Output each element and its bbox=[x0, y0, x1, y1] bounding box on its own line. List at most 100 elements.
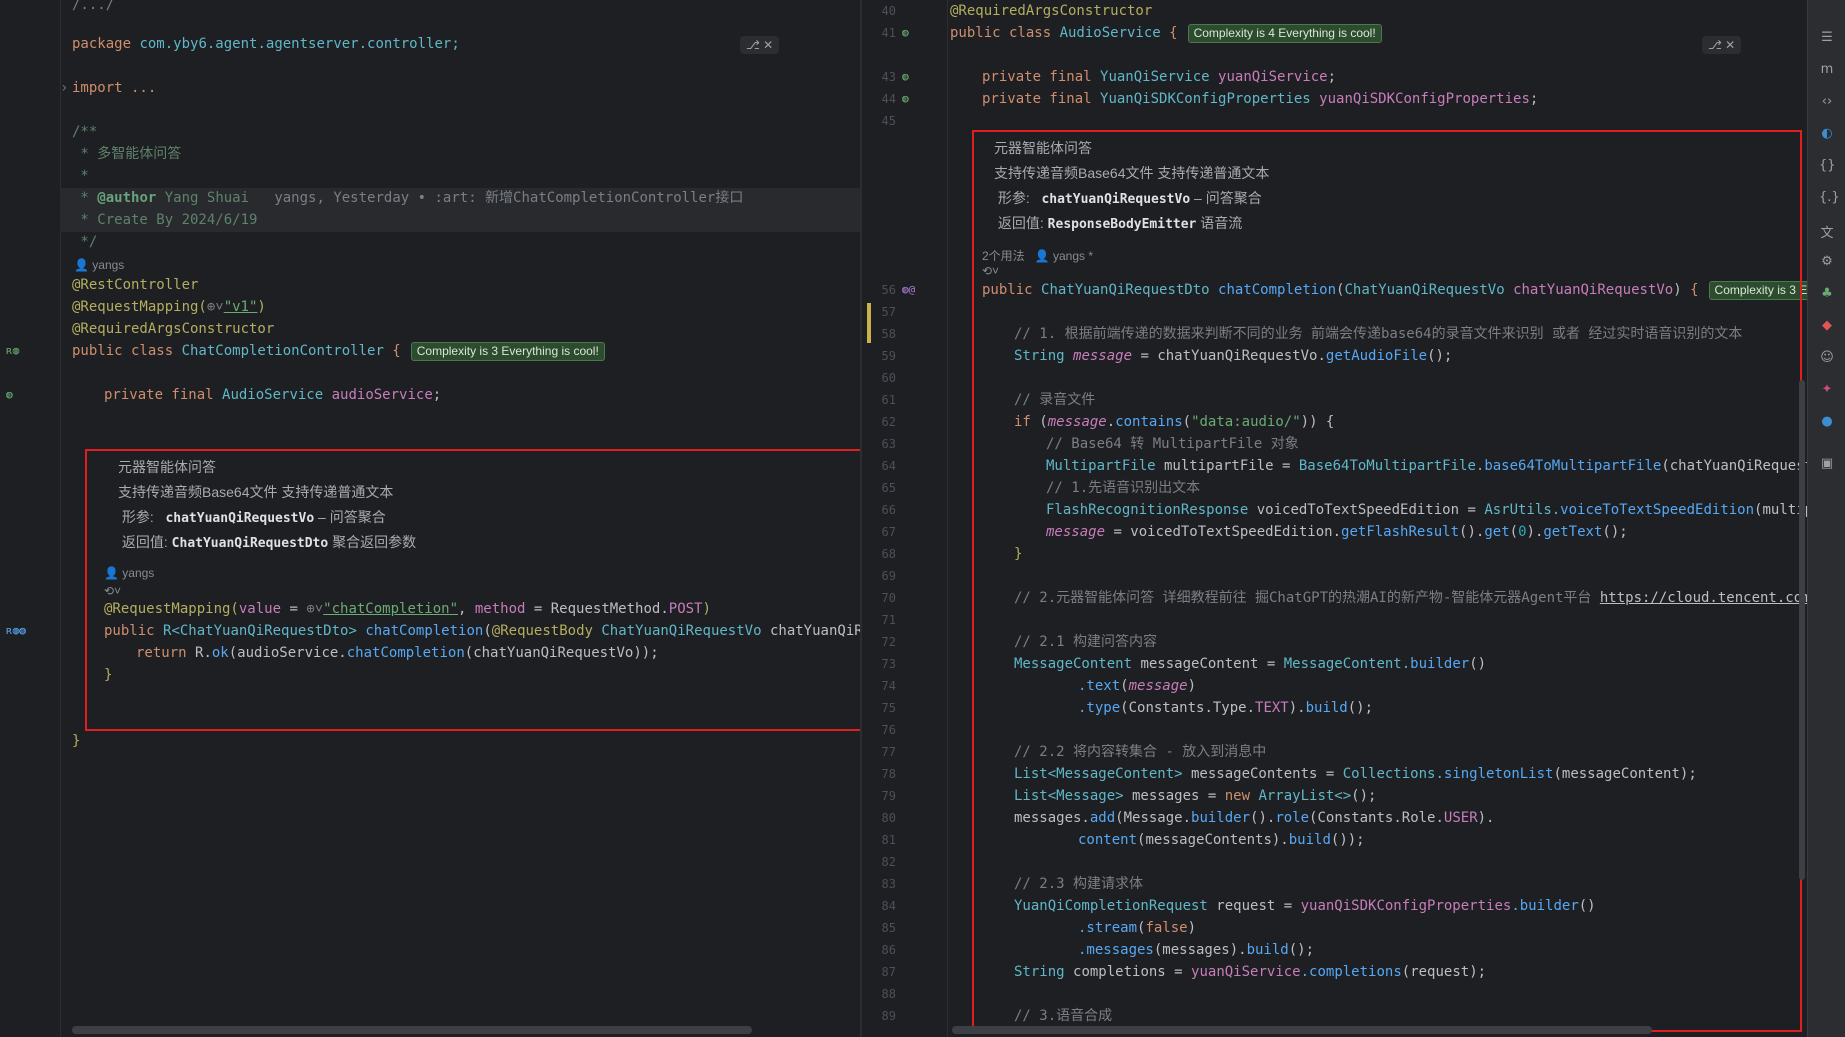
code-line[interactable]: String message = chatYuanQiRequestVo.get… bbox=[1014, 345, 1452, 367]
code-line-annotation[interactable]: @RestController bbox=[72, 274, 198, 296]
code-icon[interactable]: ‹› bbox=[1819, 94, 1835, 110]
code-comment[interactable]: // 2.3 构建请求体 bbox=[1014, 873, 1143, 895]
code-line-doc[interactable]: * bbox=[72, 165, 88, 187]
complexity-badge[interactable]: Complexity is 4 Everything is cool! bbox=[1187, 24, 1382, 43]
usages-hint[interactable]: 2个用法 👤 yangs * bbox=[982, 247, 1093, 264]
code-comment[interactable]: // 录音文件 bbox=[1014, 389, 1095, 411]
code-comment[interactable]: // 1.先语音识别出文本 bbox=[1046, 477, 1200, 499]
method-usage-icon[interactable]: ◍@ bbox=[902, 283, 915, 296]
code-line-field[interactable]: private final YuanQiService yuanQiServic… bbox=[982, 66, 1336, 88]
git-blame-inlay[interactable]: yangs, Yesterday • :art: 新增ChatCompletio… bbox=[274, 190, 743, 206]
robot-icon[interactable]: ⚙ bbox=[1819, 254, 1835, 270]
line-number: 72 bbox=[881, 635, 896, 649]
plugin-icon[interactable]: ◆ bbox=[1819, 318, 1835, 334]
structure-icon[interactable]: {} bbox=[1819, 158, 1836, 174]
endpoint-icon[interactable]: ʀ◍◍ bbox=[6, 624, 26, 637]
code-line[interactable]: } bbox=[72, 730, 80, 752]
code-line[interactable]: } bbox=[1014, 543, 1022, 565]
code-line-package[interactable]: package com.yby6.agent.agentserver.contr… bbox=[72, 33, 460, 55]
spring-bean-icon[interactable]: ʀ◍ bbox=[6, 344, 19, 357]
autowired-icon[interactable]: ◍ bbox=[6, 388, 13, 401]
chat-icon[interactable]: ● bbox=[1819, 414, 1835, 430]
globe-icon[interactable]: ⊕˅ bbox=[207, 299, 224, 315]
fold-icon[interactable]: › bbox=[60, 77, 70, 99]
sparkle-icon[interactable]: ✦ bbox=[1819, 382, 1835, 398]
autowired-icon[interactable]: ◍ bbox=[902, 92, 909, 105]
code-line[interactable]: message = voicedToTextSpeedEdition.getFl… bbox=[1046, 521, 1628, 543]
code-line-annotation[interactable]: @RequiredArgsConstructor bbox=[72, 318, 274, 340]
ai-assistant-icon[interactable]: ◐ bbox=[1819, 126, 1835, 142]
code-line[interactable]: List<Message> messages = new ArrayList<>… bbox=[1014, 785, 1376, 807]
code-line[interactable]: .text(message) bbox=[1078, 675, 1196, 697]
inlay-actions[interactable]: ⟲˅ bbox=[104, 584, 121, 598]
autowired-icon[interactable]: ◍ bbox=[902, 70, 909, 83]
spring-icon[interactable]: ♣ bbox=[1819, 286, 1835, 302]
code-line[interactable]: List<MessageContent> messageContents = C… bbox=[1014, 763, 1697, 785]
line-number: 41 bbox=[881, 26, 896, 40]
line-number: 66 bbox=[881, 503, 896, 517]
code-line-doc[interactable]: */ bbox=[72, 231, 97, 253]
code-line[interactable]: .type(Constants.Type.TEXT).build(); bbox=[1078, 697, 1373, 719]
code-line-class-decl[interactable]: public class AudioService {Complexity is… bbox=[950, 22, 1382, 44]
author-hint[interactable]: 👤 yangs bbox=[74, 258, 124, 272]
complexity-badge[interactable]: Complexity is 3 Everything is cool! bbox=[410, 342, 605, 361]
right-editor-pane[interactable]: ⎇ ✕ 40 41 43 44 45 56 57 58 59 60 61 62 … bbox=[862, 0, 1807, 1037]
code-comment[interactable]: // Base64 转 MultipartFile 对象 bbox=[1046, 433, 1299, 455]
code-line[interactable]: .stream(false) bbox=[1078, 917, 1196, 939]
code-line-method-sig[interactable]: public R<ChatYuanQiRequestDto> chatCompl… bbox=[104, 620, 860, 642]
code-line[interactable]: } bbox=[104, 664, 112, 686]
code-comment[interactable]: // 3.语音合成 bbox=[1014, 1005, 1112, 1027]
line-number: 64 bbox=[881, 459, 896, 473]
code-line-doc[interactable]: * 多智能体问答 bbox=[72, 143, 181, 165]
code-line[interactable]: YuanQiCompletionRequest request = yuanQi… bbox=[1014, 895, 1596, 917]
horizontal-scrollbar[interactable] bbox=[952, 1026, 1652, 1034]
author-hint[interactable]: 👤 yangs bbox=[104, 566, 154, 580]
code-line[interactable]: .messages(messages).build(); bbox=[1078, 939, 1314, 961]
code-line-field[interactable]: private final AudioService audioService; bbox=[104, 384, 441, 406]
vertical-scrollbar[interactable] bbox=[1799, 380, 1805, 880]
line-number: 43 bbox=[881, 70, 896, 84]
code-line[interactable]: String completions = yuanQiService.compl… bbox=[1014, 961, 1486, 983]
rendered-javadoc: 元器智能体问答 支持传递音频Base64文件 支持传递普通文本 形参: chat… bbox=[118, 459, 417, 551]
left-reader-mode-chip[interactable]: ⎇ ✕ bbox=[740, 36, 780, 54]
complexity-badge[interactable]: Complexity is 3 Everything bbox=[1708, 281, 1807, 300]
line-number: 67 bbox=[881, 525, 896, 539]
code-line[interactable]: MultipartFile multipartFile = Base64ToMu… bbox=[1046, 455, 1807, 477]
code-comment[interactable]: // 1. 根据前端传递的数据来判断不同的业务 前端会传递base64的录音文件… bbox=[1014, 323, 1742, 345]
terminal-icon[interactable]: ▣ bbox=[1819, 456, 1835, 472]
inlay-actions[interactable]: ⟲˅ bbox=[982, 264, 999, 278]
code-line[interactable]: content(messageContents).build()); bbox=[1078, 829, 1365, 851]
line-number: 83 bbox=[881, 877, 896, 891]
code-line[interactable]: @RequiredArgsConstructor bbox=[950, 0, 1152, 22]
right-reader-mode-chip[interactable]: ⎇ ✕ bbox=[1702, 36, 1742, 54]
left-editor-pane[interactable]: ⎇ ✕ /.../ package com.yby6.agent.agentse… bbox=[0, 0, 860, 1037]
code-line-doc[interactable]: /** bbox=[72, 121, 97, 143]
code-line[interactable]: /.../ bbox=[72, 0, 114, 16]
spring-bean-icon[interactable]: ◍ bbox=[902, 26, 909, 39]
copilot-icon[interactable]: ☺ bbox=[1819, 350, 1835, 366]
code-line[interactable]: MessageContent messageContent = MessageC… bbox=[1014, 653, 1486, 675]
code-line-import[interactable]: import ... bbox=[72, 77, 156, 99]
code-line[interactable]: messages.add(Message.builder().role(Cons… bbox=[1014, 807, 1494, 829]
code-line-class-decl[interactable]: public class ChatCompletionController {C… bbox=[72, 340, 605, 362]
line-number: 80 bbox=[881, 811, 896, 825]
code-line-doc[interactable]: * Create By 2024/6/19 bbox=[72, 209, 257, 231]
json-icon[interactable]: {.} bbox=[1819, 190, 1840, 206]
code-line-doc-author[interactable]: * @author Yang Shuai yangs, Yesterday • … bbox=[72, 187, 743, 209]
code-line-method-sig[interactable]: public ChatYuanQiRequestDto chatCompleti… bbox=[982, 279, 1807, 301]
code-line-method-annotation[interactable]: @RequestMapping(value = ⊕˅"chatCompletio… bbox=[104, 598, 711, 620]
horizontal-scrollbar[interactable] bbox=[72, 1026, 752, 1034]
database-icon[interactable]: ☰ bbox=[1819, 30, 1835, 46]
code-line[interactable]: FlashRecognitionResponse voicedToTextSpe… bbox=[1046, 499, 1807, 521]
translate-icon[interactable]: 文 bbox=[1819, 222, 1835, 241]
code-line-field[interactable]: private final YuanQiSDKConfigProperties … bbox=[982, 88, 1538, 110]
docs-link[interactable]: https://cloud.tencent.com/develo bbox=[1600, 590, 1807, 606]
line-number: 76 bbox=[881, 723, 896, 737]
maven-icon[interactable]: m bbox=[1819, 62, 1835, 78]
code-comment[interactable]: // 2.1 构建问答内容 bbox=[1014, 631, 1157, 653]
code-line-annotation[interactable]: @RequestMapping(⊕˅"v1") bbox=[72, 296, 266, 318]
code-line[interactable]: if (message.contains("data:audio/")) { bbox=[1014, 411, 1334, 433]
code-line-return[interactable]: return R.ok(audioService.chatCompletion(… bbox=[136, 642, 659, 664]
code-line[interactable]: // 2.元器智能体问答 详细教程前往 掘ChatGPT的热潮AI的新产物-智能… bbox=[1014, 587, 1807, 609]
code-comment[interactable]: // 2.2 将内容转集合 - 放入到消息中 bbox=[1014, 741, 1266, 763]
